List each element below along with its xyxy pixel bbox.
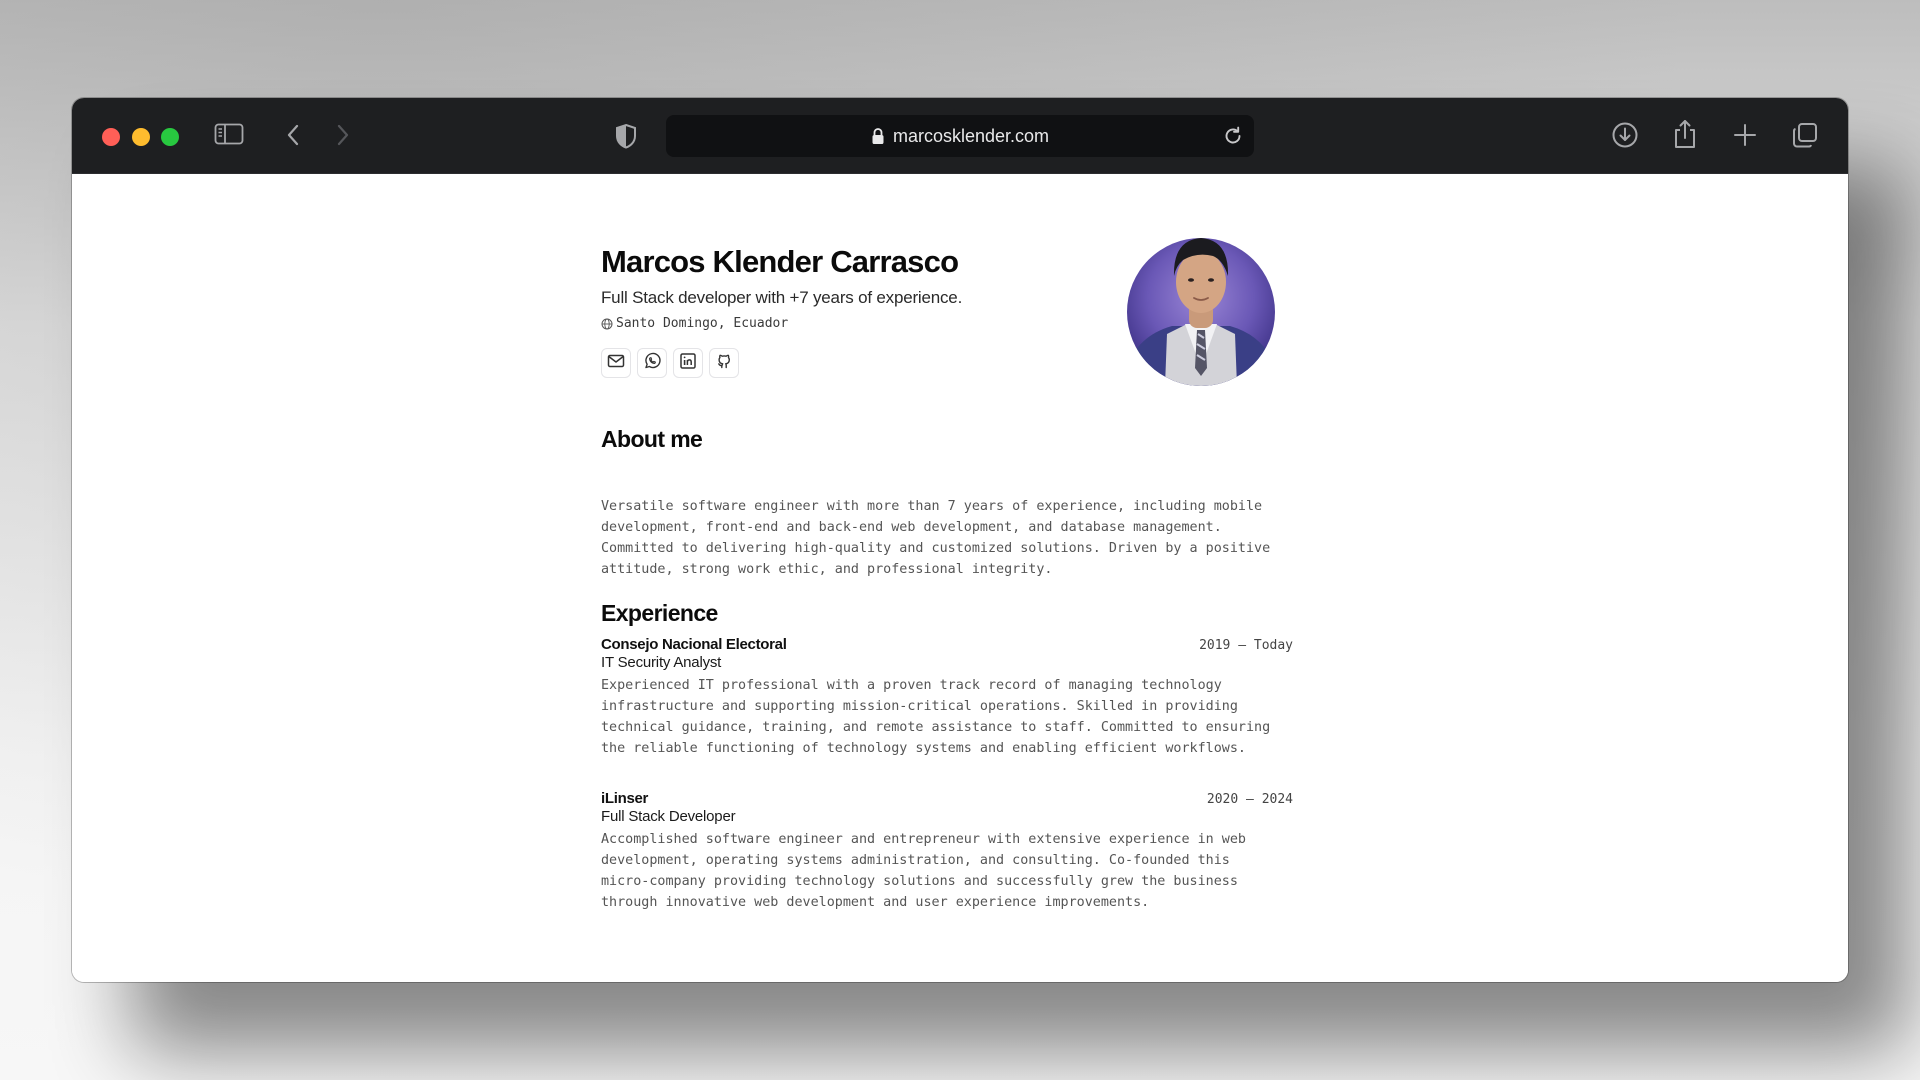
close-window-button[interactable] <box>102 128 120 146</box>
share-icon[interactable] <box>1671 118 1699 150</box>
profile-location: Santo Domingo, Ecuador <box>601 316 788 331</box>
privacy-shield-icon[interactable] <box>614 122 638 150</box>
download-icon[interactable] <box>1610 120 1640 150</box>
reload-icon[interactable] <box>1222 125 1244 152</box>
job-description-line: infrastructure and supporting mission-cr… <box>601 699 1238 714</box>
globe-icon <box>601 318 613 330</box>
page-title: Marcos Klender Carrasco <box>601 244 959 279</box>
new-tab-plus-icon[interactable] <box>1731 121 1759 149</box>
email-link[interactable] <box>601 348 631 378</box>
profile-tagline: Full Stack developer with +7 years of ex… <box>601 288 963 307</box>
browser-window: marcosklender.com Marcos Klender Carrasc… <box>72 98 1848 982</box>
social-links <box>601 348 739 378</box>
tab-overview-icon[interactable] <box>1790 120 1820 150</box>
experience-item: iLinser 2020 – 2024 Full Stack Developer… <box>601 790 1293 913</box>
minimize-window-button[interactable] <box>132 128 150 146</box>
address-bar[interactable]: marcosklender.com <box>666 115 1254 157</box>
mail-icon <box>607 352 625 375</box>
about-title: About me <box>601 426 703 452</box>
job-description-line: development, operating systems administr… <box>601 853 1230 868</box>
location-text: Santo Domingo, Ecuador <box>616 316 789 331</box>
job-description-line: micro-company providing technology solut… <box>601 874 1238 889</box>
linkedin-link[interactable] <box>673 348 703 378</box>
github-icon <box>715 352 733 375</box>
github-link[interactable] <box>709 348 739 378</box>
job-description: Experienced IT professional with a prove… <box>601 675 1293 759</box>
about-line: development, front-end and back-end web … <box>601 520 1222 535</box>
job-description: Accomplished software engineer and entre… <box>601 829 1293 913</box>
page-content: Marcos Klender Carrasco Full Stack devel… <box>72 174 1848 982</box>
experience-title: Experience <box>601 600 718 626</box>
job-description-line: Experienced IT professional with a prove… <box>601 678 1222 693</box>
whatsapp-icon <box>643 352 661 375</box>
job-dates: 2020 – 2024 <box>1206 792 1293 807</box>
job-role: IT Security Analyst <box>601 654 722 671</box>
job-description-line: Accomplished software engineer and entre… <box>601 832 1246 847</box>
avatar <box>1127 218 1275 386</box>
lock-icon <box>871 127 885 145</box>
job-description-line: the reliable functioning of technology s… <box>601 741 1246 756</box>
url-text: marcosklender.com <box>892 125 1050 146</box>
job-description-line: through innovative web development and u… <box>601 895 1150 910</box>
browser-toolbar: marcosklender.com <box>72 98 1848 174</box>
job-description-line: technical guidance, training, and remote… <box>601 720 1271 735</box>
forward-arrow-icon[interactable] <box>330 122 354 148</box>
experience-item: Consejo Nacional Electoral 2019 – Today … <box>601 636 1293 759</box>
job-role: Full Stack Developer <box>601 808 736 825</box>
company-name: iLinser <box>601 790 649 807</box>
company-name: Consejo Nacional Electoral <box>601 636 787 653</box>
zoom-window-button[interactable] <box>161 128 179 146</box>
about-line: Committed to delivering high-quality and… <box>601 541 1271 556</box>
job-dates: 2019 – Today <box>1199 638 1293 653</box>
about-line: Versatile software engineer with more th… <box>601 499 1263 514</box>
linkedin-icon <box>679 352 697 375</box>
about-text: Versatile software engineer with more th… <box>601 496 1293 580</box>
sidebar-toggle-icon[interactable] <box>214 122 244 146</box>
back-arrow-icon[interactable] <box>282 122 306 148</box>
whatsapp-link[interactable] <box>637 348 667 378</box>
about-line: attitude, strong work ethic, and profess… <box>601 562 1053 577</box>
